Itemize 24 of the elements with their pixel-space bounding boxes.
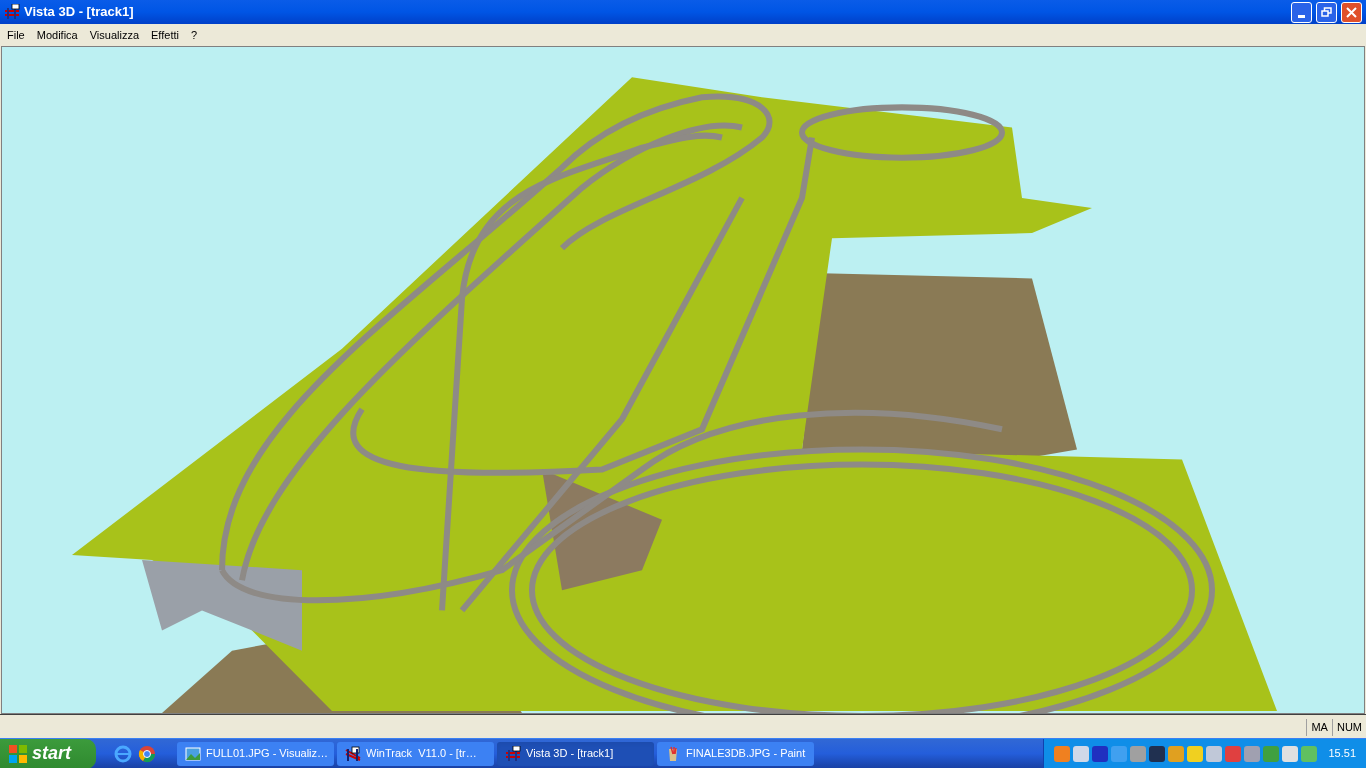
browser-icon[interactable]: [138, 744, 156, 763]
status-panel: MA: [1306, 719, 1332, 736]
taskbar-button[interactable]: WinTrack V11.0 - [tr…: [337, 741, 494, 766]
close-icon: [1346, 6, 1357, 18]
clock: 15.51: [1328, 746, 1356, 762]
restore-button[interactable]: [1316, 1, 1337, 23]
menu-item[interactable]: ?: [184, 25, 204, 45]
menu-item[interactable]: File: [1, 25, 31, 45]
minimize-button[interactable]: [1291, 1, 1312, 23]
taskbar-button[interactable]: FINALE3DB.JPG - Paint: [657, 741, 814, 766]
close-button[interactable]: [1341, 1, 1362, 23]
status-panel: NUM: [1331, 719, 1366, 736]
picture-icon: [185, 745, 201, 762]
menu-item[interactable]: Visualizza: [83, 25, 146, 45]
menu-item[interactable]: Effetti: [145, 25, 185, 45]
taskbar-button[interactable]: FULL01.JPG - Visualiz…: [177, 741, 334, 766]
browser-icon[interactable]: [114, 744, 132, 763]
window-title: Vista 3D - [track1]: [24, 3, 134, 22]
menu-item[interactable]: Modifica: [30, 25, 84, 45]
minimize-icon: [1298, 14, 1305, 18]
restore-icon: [1321, 7, 1332, 17]
start-button[interactable]: start: [0, 738, 96, 768]
taskbar-button[interactable]: Vista 3D - [track1]: [497, 741, 654, 766]
windows-logo-icon: [8, 743, 28, 764]
